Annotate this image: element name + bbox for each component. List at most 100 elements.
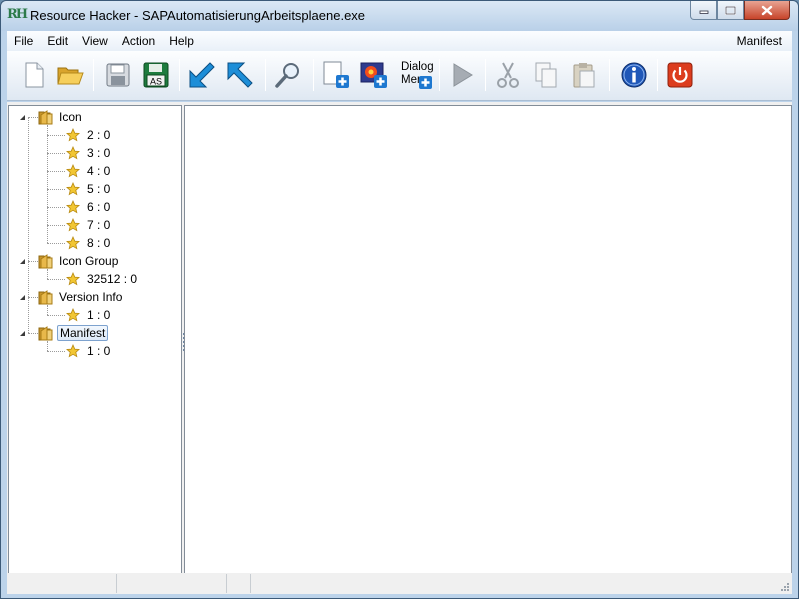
toolbar-separator xyxy=(609,59,610,91)
folder-open-icon xyxy=(57,67,84,85)
tree-item[interactable]: 7 : 0 xyxy=(66,216,112,234)
tree-item[interactable]: 1 : 0 xyxy=(66,342,112,360)
maximize-icon xyxy=(725,5,736,15)
resource-star-icon xyxy=(66,146,80,160)
add-resource-icon xyxy=(323,61,349,88)
exit-button[interactable] xyxy=(665,60,695,90)
add-image-icon xyxy=(360,62,387,88)
tree-item-label: 4 : 0 xyxy=(87,164,111,178)
resource-tree[interactable]: Icon 2 : 0 3 : 0 4 : 0 5 : 0 6 : 0 7 : 0 8 : 0 I… xyxy=(8,105,182,574)
tree-connector xyxy=(28,297,38,298)
app-window: RH Resource Hacker - SAPAutomatisierungA… xyxy=(0,0,799,599)
folder-icon xyxy=(38,290,53,305)
collapse-arrow-icon[interactable] xyxy=(18,113,26,121)
about-button[interactable] xyxy=(619,60,649,90)
tree-connector xyxy=(47,125,48,243)
menu-file[interactable]: File xyxy=(7,31,40,51)
toolbar-separator xyxy=(657,59,658,91)
tree-connector xyxy=(47,153,65,154)
open-file-button[interactable] xyxy=(55,60,85,90)
folder-icon xyxy=(38,254,53,269)
tree-connector xyxy=(28,117,29,333)
paste-button[interactable] xyxy=(569,60,599,90)
tree-item-label: 6 : 0 xyxy=(87,200,111,214)
tree-group-label: Version Info xyxy=(59,290,123,304)
new-file-button[interactable] xyxy=(19,60,49,90)
tree-item-label: 8 : 0 xyxy=(87,236,111,250)
toolbar-separator xyxy=(313,59,314,91)
folder-icon xyxy=(38,110,53,125)
menu-action[interactable]: Action xyxy=(115,31,162,51)
tree-item[interactable]: 6 : 0 xyxy=(66,198,112,216)
minimize-button[interactable] xyxy=(690,1,717,20)
collapse-arrow-icon[interactable] xyxy=(18,257,26,265)
play-icon xyxy=(453,63,473,87)
menu-help[interactable]: Help xyxy=(162,31,201,51)
tree-group-version-info[interactable]: Version Info xyxy=(38,288,124,306)
current-resource-type-label: Manifest xyxy=(736,34,782,48)
add-image-resource-button[interactable] xyxy=(359,60,389,90)
arrow-down-left-icon xyxy=(189,62,215,88)
toolbar-separator xyxy=(93,59,94,91)
resource-hacker-logo-icon: RH xyxy=(7,7,28,22)
close-button[interactable] xyxy=(744,1,790,20)
tree-item[interactable]: 2 : 0 xyxy=(66,126,112,144)
toolbar-separator xyxy=(439,59,440,91)
tree-connector xyxy=(47,207,65,208)
tree-group-icon-group[interactable]: Icon Group xyxy=(38,252,120,270)
tree-connector xyxy=(47,305,48,315)
floppy-disk-icon xyxy=(106,63,130,87)
tree-item[interactable]: 32512 : 0 xyxy=(66,270,139,288)
toolbar: AS Dialog Menu xyxy=(7,51,792,101)
tree-group-manifest[interactable]: Manifest xyxy=(38,324,109,342)
resource-star-icon xyxy=(66,236,80,250)
tree-connector xyxy=(47,269,48,279)
tree-connector xyxy=(47,225,65,226)
resource-star-icon xyxy=(66,308,80,322)
tree-connector xyxy=(47,243,65,244)
maximize-button[interactable] xyxy=(717,1,744,20)
tree-item[interactable]: 4 : 0 xyxy=(66,162,112,180)
resource-star-icon xyxy=(66,344,80,358)
tree-item-label: 32512 : 0 xyxy=(87,272,138,286)
status-panel xyxy=(117,574,227,593)
tree-connector xyxy=(28,333,38,334)
resource-star-icon xyxy=(66,200,80,214)
add-blank-resource-button[interactable] xyxy=(321,60,351,90)
tree-group-label: Manifest xyxy=(57,325,109,341)
tree-item-label: 5 : 0 xyxy=(87,182,111,196)
tree-item[interactable]: 8 : 0 xyxy=(66,234,112,252)
tree-item[interactable]: 1 : 0 xyxy=(66,306,112,324)
tree-item[interactable]: 5 : 0 xyxy=(66,180,112,198)
dialog-menu-button[interactable]: Dialog Menu xyxy=(399,59,434,91)
copy-button[interactable] xyxy=(531,60,561,90)
client-area: Icon 2 : 0 3 : 0 4 : 0 5 : 0 6 : 0 7 : 0 8 : 0 I… xyxy=(7,102,792,574)
menu-edit[interactable]: Edit xyxy=(40,31,75,51)
tree-group-icon[interactable]: Icon xyxy=(38,108,84,126)
tree-connector xyxy=(47,279,65,280)
collapse-arrow-icon[interactable] xyxy=(18,329,26,337)
window-title: Resource Hacker - SAPAutomatisierungArbe… xyxy=(30,8,366,23)
resource-view-pane[interactable] xyxy=(184,105,792,574)
save-as-button[interactable]: AS xyxy=(141,60,171,90)
menu-view[interactable]: View xyxy=(75,31,115,51)
tree-connector xyxy=(28,117,38,118)
find-button[interactable] xyxy=(273,60,303,90)
export-button[interactable] xyxy=(225,60,255,90)
folder-icon xyxy=(38,326,53,341)
cut-button[interactable] xyxy=(493,60,523,90)
tree-connector xyxy=(47,341,48,351)
title-bar[interactable]: RH Resource Hacker - SAPAutomatisierungA… xyxy=(1,1,798,31)
collapse-arrow-icon[interactable] xyxy=(18,293,26,301)
tree-item[interactable]: 3 : 0 xyxy=(66,144,112,162)
svg-text:AS: AS xyxy=(150,77,162,87)
resize-grip-icon[interactable] xyxy=(780,582,790,592)
tree-connector xyxy=(47,315,65,316)
save-button[interactable] xyxy=(103,60,133,90)
compile-button[interactable] xyxy=(447,60,477,90)
close-icon xyxy=(761,5,773,15)
tree-connector xyxy=(47,135,65,136)
import-button[interactable] xyxy=(187,60,217,90)
status-panel xyxy=(227,574,251,593)
tree-connector xyxy=(47,351,65,352)
